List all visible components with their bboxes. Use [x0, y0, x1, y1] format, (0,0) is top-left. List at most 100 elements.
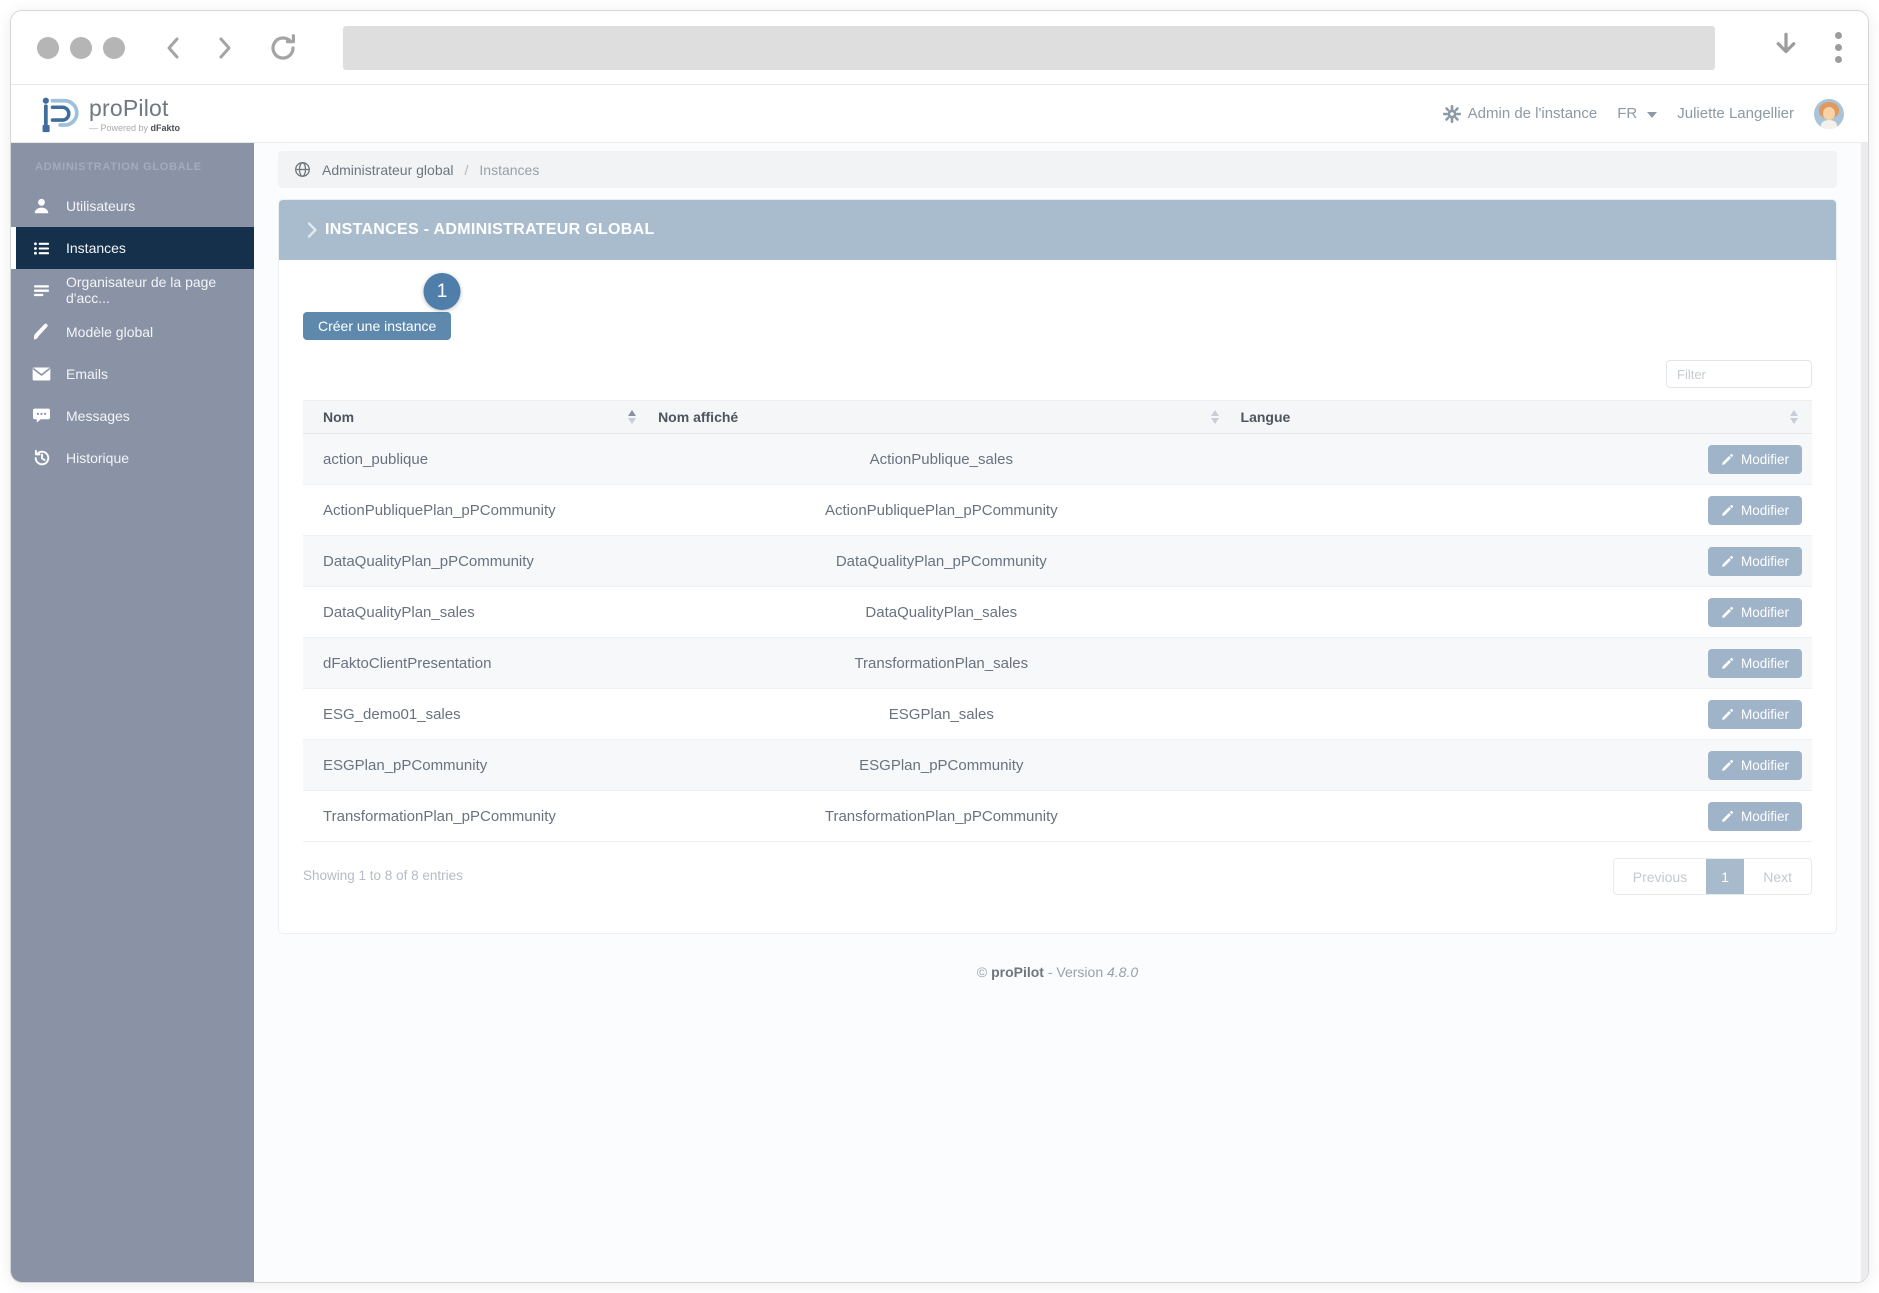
pagination-page-1[interactable]: 1	[1706, 859, 1745, 894]
language-selector[interactable]: FR	[1617, 105, 1658, 122]
sort-icon	[1790, 410, 1798, 424]
annotation-badge: 1	[423, 273, 461, 310]
cell-actions: Modifier	[1232, 586, 1812, 638]
app-logo[interactable]: proPilot — Powered by dFakto	[35, 93, 180, 135]
sidebar-item-label: Modèle global	[66, 324, 154, 340]
envelope-icon	[32, 366, 51, 382]
cell-nom: DataQualityPlan_sales	[303, 586, 651, 638]
window-control-dot[interactable]	[103, 36, 125, 59]
cell-actions: Modifier	[1232, 790, 1812, 842]
bars-icon	[32, 282, 51, 299]
browser-chrome	[11, 11, 1868, 85]
sidebar-item-organisateur-de-la-page-d-acc[interactable]: Organisateur de la page d'acc...	[11, 269, 254, 311]
sidebar-item-historique[interactable]: Historique	[11, 437, 254, 479]
address-bar[interactable]	[343, 25, 1715, 70]
download-icon[interactable]	[1771, 29, 1801, 66]
gear-icon	[1442, 104, 1461, 123]
brand-name: proPilot	[89, 94, 169, 121]
chevron-right-icon	[306, 221, 318, 239]
admin-instance-label: Admin de l'instance	[1467, 105, 1598, 122]
modifier-button[interactable]: Modifier	[1707, 495, 1802, 525]
instances-table: Nom Nom affiché Langue action_publique A…	[303, 400, 1812, 842]
cell-nom-affiche: TransformationPlan_sales	[650, 637, 1233, 689]
column-header-nom-affiche[interactable]: Nom affiché	[650, 400, 1233, 434]
app-footer: © proPilot - Version 4.8.0	[976, 964, 1139, 980]
entries-summary: Showing 1 to 8 of 8 entries	[303, 868, 463, 883]
modifier-button[interactable]: Modifier	[1707, 444, 1802, 474]
modifier-button[interactable]: Modifier	[1707, 801, 1802, 831]
sidebar-item-label: Historique	[66, 450, 130, 466]
modifier-button[interactable]: Modifier	[1707, 750, 1802, 780]
chat-icon	[32, 407, 51, 425]
window-controls[interactable]	[37, 36, 125, 59]
sidebar-item-label: Messages	[66, 408, 130, 424]
sidebar-item-emails[interactable]: Emails	[11, 353, 254, 395]
breadcrumb-root[interactable]: Administrateur global	[322, 162, 454, 178]
sidebar-item-label: Emails	[66, 366, 109, 382]
panel-title: INSTANCES - ADMINISTRATEUR GLOBAL	[325, 221, 655, 238]
cell-actions: Modifier	[1232, 637, 1812, 689]
pencil-icon	[1722, 453, 1734, 465]
table-row: dFaktoClientPresentation TransformationP…	[303, 637, 1812, 689]
filter-input[interactable]	[1666, 360, 1812, 388]
cell-nom: ESG_demo01_sales	[303, 688, 651, 740]
forward-icon[interactable]	[209, 33, 239, 63]
cell-nom: dFaktoClientPresentation	[303, 637, 651, 689]
back-icon[interactable]	[159, 33, 189, 63]
cell-nom: ActionPubliquePlan_pPCommunity	[303, 484, 651, 536]
cell-actions: Modifier	[1232, 739, 1812, 791]
sidebar-item-label: Utilisateurs	[66, 198, 136, 214]
modifier-button[interactable]: Modifier	[1707, 597, 1802, 627]
sort-icon	[1210, 410, 1219, 424]
refresh-icon[interactable]	[267, 32, 299, 64]
sidebar-item-instances[interactable]: Instances	[11, 227, 254, 269]
brand-tagline: — Powered by dFakto	[89, 122, 181, 133]
cell-nom-affiche: ActionPubliquePlan_pPCommunity	[650, 484, 1233, 536]
window-control-dot[interactable]	[37, 36, 59, 59]
user-menu[interactable]: Juliette Langellier	[1677, 105, 1794, 122]
sort-icon	[628, 410, 637, 424]
cell-nom: DataQualityPlan_pPCommunity	[303, 535, 651, 587]
cell-nom-affiche: ESGPlan_pPCommunity	[650, 739, 1233, 791]
breadcrumb-separator: /	[464, 161, 469, 178]
admin-instance-link[interactable]: Admin de l'instance	[1442, 104, 1598, 123]
modifier-button[interactable]: Modifier	[1707, 648, 1802, 678]
breadcrumb: Administrateur global / Instances	[278, 151, 1837, 188]
pencil-icon	[1722, 504, 1734, 516]
modifier-button[interactable]: Modifier	[1707, 546, 1802, 576]
sidebar-item-utilisateurs[interactable]: Utilisateurs	[11, 185, 254, 227]
menu-kebab-icon[interactable]	[1835, 32, 1842, 63]
pagination-previous[interactable]: Previous	[1614, 859, 1706, 894]
sidebar-item-mod-le-global[interactable]: Modèle global	[11, 311, 254, 353]
footer-brand: proPilot	[991, 964, 1044, 980]
cell-nom: action_publique	[303, 433, 651, 485]
sidebar-section-title: ADMINISTRATION GLOBALE	[35, 161, 202, 173]
window-control-dot[interactable]	[70, 36, 92, 59]
create-instance-button[interactable]: Créer une instance	[303, 312, 452, 340]
language-label: FR	[1617, 105, 1638, 122]
sidebar: ADMINISTRATION GLOBALE Utilisateurs Inst…	[11, 143, 254, 1282]
modifier-button[interactable]: Modifier	[1707, 699, 1802, 729]
cell-nom: TransformationPlan_pPCommunity	[303, 790, 651, 842]
pagination: Previous 1 Next	[1612, 858, 1812, 895]
pencil-icon	[1722, 606, 1734, 618]
column-header-nom[interactable]: Nom	[303, 400, 651, 434]
cell-nom-affiche: TransformationPlan_pPCommunity	[650, 790, 1233, 842]
panel-header[interactable]: INSTANCES - ADMINISTRATEUR GLOBAL	[279, 200, 1836, 260]
globe-icon	[295, 162, 310, 177]
sidebar-item-label: Organisateur de la page d'acc...	[66, 274, 217, 306]
pagination-next[interactable]: Next	[1744, 859, 1811, 894]
cell-actions: Modifier	[1232, 433, 1812, 485]
table-row: ESGPlan_pPCommunity ESGPlan_pPCommunity …	[303, 739, 1812, 791]
page-scrollbar[interactable]	[1861, 143, 1868, 1282]
list-icon	[32, 240, 51, 257]
browser-window: proPilot — Powered by dFakto Admin de l'…	[10, 10, 1869, 1283]
cell-nom-affiche: DataQualityPlan_pPCommunity	[650, 535, 1233, 587]
avatar[interactable]	[1814, 98, 1844, 129]
history-icon	[32, 449, 51, 467]
column-header-langue[interactable]: Langue	[1232, 400, 1812, 434]
table-header-row: Nom Nom affiché Langue	[303, 400, 1812, 434]
pencil-icon	[1722, 810, 1734, 822]
sidebar-item-messages[interactable]: Messages	[11, 395, 254, 437]
app-header: proPilot — Powered by dFakto Admin de l'…	[11, 85, 1868, 143]
